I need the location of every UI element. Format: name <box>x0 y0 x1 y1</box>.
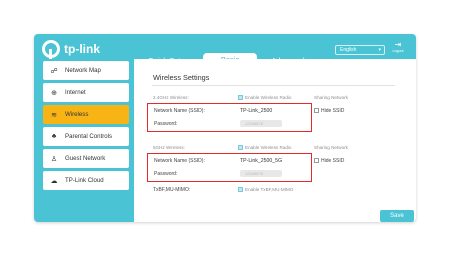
chevron-down-icon: ▾ <box>378 47 381 53</box>
band5-password-input[interactable]: 12345678 <box>240 170 282 177</box>
mumimo-label: TxBF,MU-MIMO: <box>153 187 191 193</box>
logout-icon: ⇥ <box>394 40 402 49</box>
band24-hide-ssid-label: Hide SSID <box>321 108 345 114</box>
band24-enable-label: Enable Wireless Radio <box>245 95 292 100</box>
band5-enable-checkbox[interactable] <box>238 145 243 150</box>
globe-icon: ⊕ <box>51 89 57 97</box>
sidebar-item-label: Internet <box>65 89 86 96</box>
main-panel: Wireless Settings 2.4GHz Wireless: Enabl… <box>134 59 416 222</box>
sidebar-item-label: TP-Link Cloud <box>65 177 104 184</box>
sidebar-item-label: Parental Controls <box>65 133 113 140</box>
sidebar: ☍ Network Map ⊕ Internet ≋ Wireless ♣ Pa… <box>43 61 134 219</box>
band5-password-label: Password: <box>154 171 178 177</box>
tp-link-logo: tp-link <box>42 40 100 59</box>
band24-ssid-input[interactable]: TP-Link_2500 <box>240 108 272 114</box>
sidebar-item-label: Wireless <box>65 111 89 118</box>
parental-controls-icon: ♣ <box>51 133 57 140</box>
band5-label: 5GHz Wireless: <box>153 145 185 150</box>
band24-enable-checkbox[interactable] <box>238 95 243 100</box>
cloud-icon: ☁ <box>50 177 58 185</box>
sidebar-item-network-map[interactable]: ☍ Network Map <box>43 61 129 80</box>
band5-hide-ssid-checkbox[interactable] <box>314 158 319 163</box>
logout-button[interactable]: ⇥ Logout <box>391 40 405 53</box>
band5-hide-ssid-label: Hide SSID <box>321 158 345 164</box>
language-select[interactable]: English ▾ <box>335 45 385 55</box>
mumimo-enable-label: Enable TxBF,MU-MIMO <box>245 187 294 192</box>
band24-sharing-link[interactable]: Sharing Network <box>314 95 348 100</box>
sidebar-item-internet[interactable]: ⊕ Internet <box>43 83 129 102</box>
band24-password-label: Password: <box>154 121 178 127</box>
tp-link-logo-icon <box>42 40 60 59</box>
logo-text: tp-link <box>64 42 100 56</box>
sidebar-item-wireless[interactable]: ≋ Wireless <box>43 105 129 124</box>
language-value: English <box>340 47 357 53</box>
save-button[interactable]: Save <box>380 210 414 222</box>
band5-enable-label: Enable Wireless Radio <box>245 145 292 150</box>
band5-ssid-label: Network Name (SSID): <box>154 158 205 164</box>
sidebar-item-tp-link-cloud[interactable]: ☁ TP-Link Cloud <box>43 171 129 190</box>
title-divider <box>152 85 395 86</box>
logout-label: Logout <box>392 49 404 53</box>
sidebar-item-parental-controls[interactable]: ♣ Parental Controls <box>43 127 129 146</box>
band5-ssid-input[interactable]: TP-Link_2500_5G <box>240 158 282 164</box>
guest-network-icon: ♙ <box>50 155 58 163</box>
sidebar-item-label: Guest Network <box>65 155 106 162</box>
mumimo-enable-checkbox[interactable] <box>238 187 243 192</box>
router-admin-window: tp-link Quick Setup Basic Advanced Engli… <box>34 34 416 222</box>
band5-sharing-link[interactable]: Sharing Network <box>314 145 348 150</box>
sidebar-item-label: Network Map <box>65 67 101 74</box>
network-map-icon: ☍ <box>50 67 58 75</box>
band24-hide-ssid-checkbox[interactable] <box>314 108 319 113</box>
sidebar-item-guest-network[interactable]: ♙ Guest Network <box>43 149 129 168</box>
page-title: Wireless Settings <box>153 73 210 82</box>
band24-password-input[interactable]: 12345678 <box>240 120 282 127</box>
wireless-icon: ≋ <box>51 111 57 119</box>
band24-label: 2.4GHz Wireless: <box>153 95 189 100</box>
band24-ssid-label: Network Name (SSID): <box>154 108 205 114</box>
